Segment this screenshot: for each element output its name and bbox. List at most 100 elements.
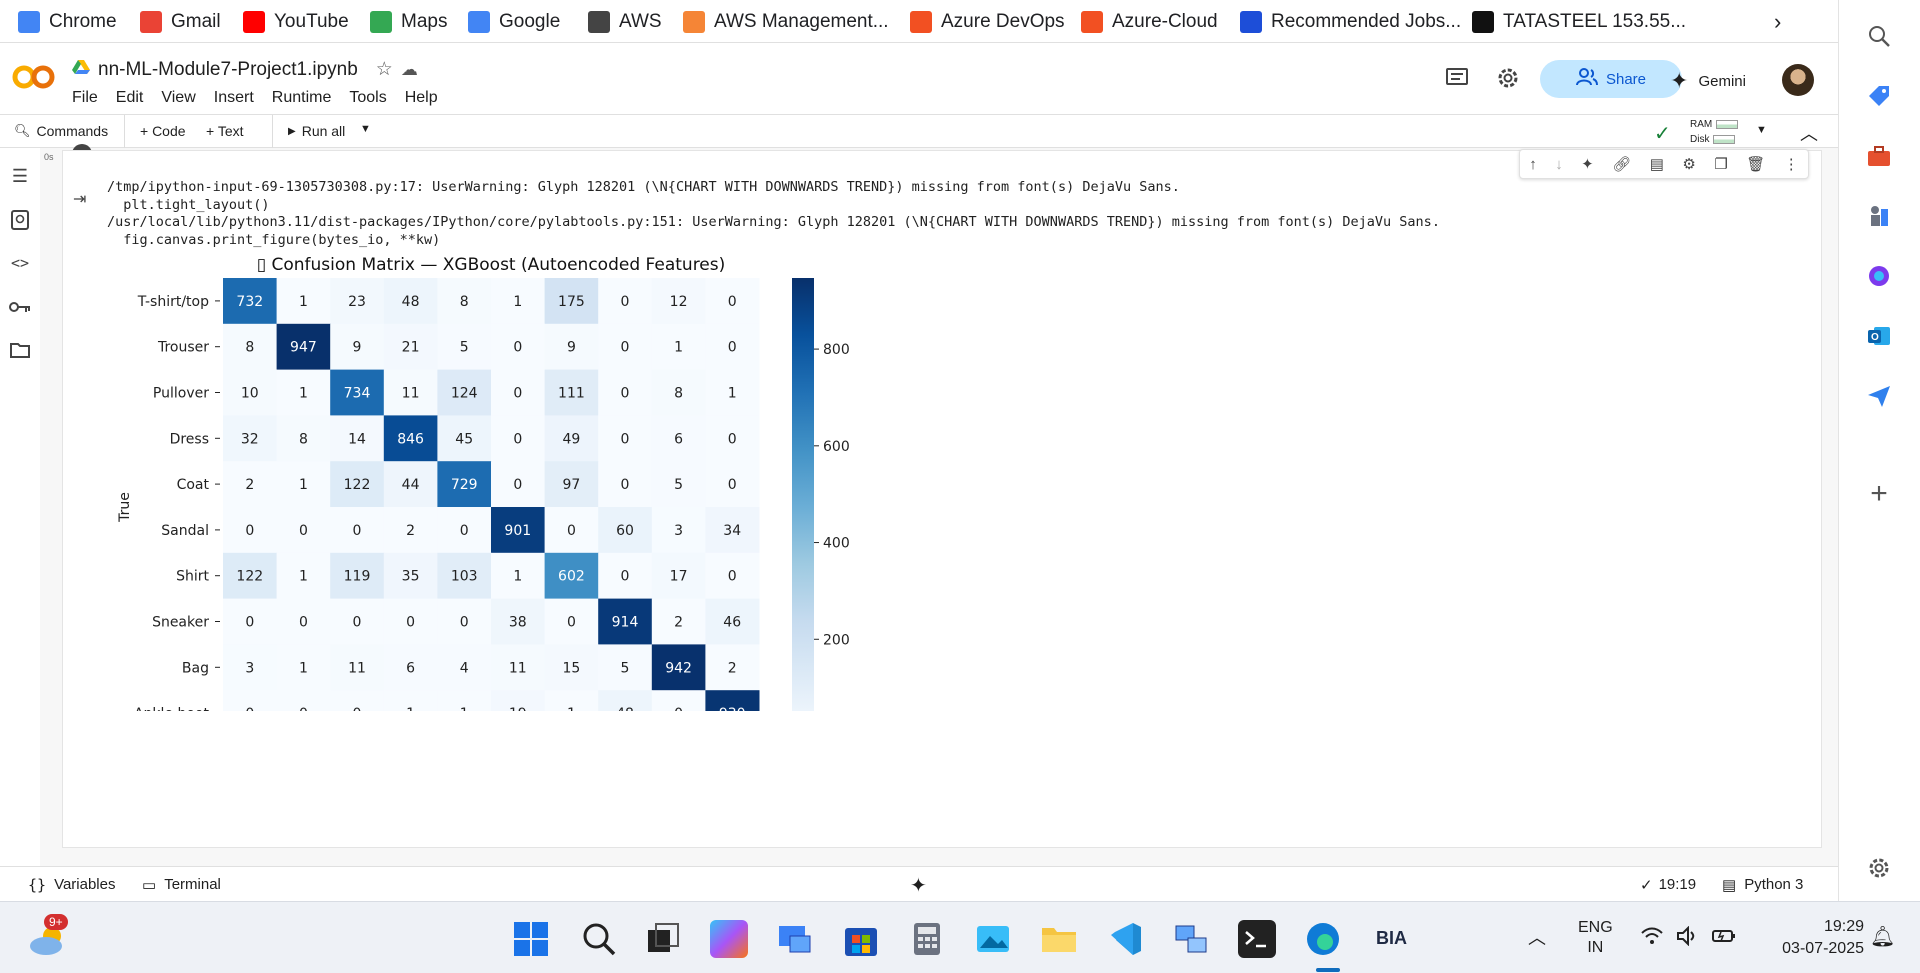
run-all-dropdown-icon[interactable]: ▼: [360, 123, 371, 135]
add-icon[interactable]: +: [1865, 477, 1893, 510]
cell-value-label: 4: [460, 660, 469, 676]
calculator-icon[interactable]: [908, 920, 946, 958]
output-toggle-icon[interactable]: ⇥: [73, 189, 86, 209]
system-tray[interactable]: [1640, 925, 1736, 952]
link-icon[interactable]: 🔗︎: [1612, 155, 1631, 173]
edge-browser-icon[interactable]: [1304, 920, 1342, 958]
menu-item[interactable]: Edit: [116, 89, 144, 107]
commands-button[interactable]: 🔍︎ Commands: [14, 123, 108, 139]
search-icon[interactable]: [1865, 22, 1893, 50]
notebook-title[interactable]: nn-ML-Module7-Project1.ipynb: [98, 59, 358, 81]
find-replace-icon[interactable]: [8, 210, 32, 234]
variables-button[interactable]: {} Variables: [28, 876, 115, 894]
y-tick-label: Dress: [170, 431, 209, 447]
colab-logo[interactable]: [12, 62, 56, 97]
bookmark-item[interactable]: Recommended Jobs...: [1240, 9, 1461, 35]
bookmark-item[interactable]: Azure DevOps: [910, 9, 1065, 35]
delete-icon[interactable]: 🗑︎: [1746, 155, 1765, 173]
collapse-chevron-icon[interactable]: ︿: [1800, 120, 1818, 146]
add-text-button[interactable]: + Text: [206, 123, 244, 139]
secrets-key-icon[interactable]: [8, 298, 32, 322]
gemini-cell-icon[interactable]: ✦: [1581, 155, 1594, 173]
bookmark-favicon-icon: [468, 11, 490, 33]
bookmark-item[interactable]: AWS: [588, 9, 662, 35]
move-up-icon[interactable]: ↑: [1529, 156, 1537, 173]
search-taskbar-icon[interactable]: [580, 920, 618, 958]
exec-status[interactable]: ✓ 19:19: [1640, 876, 1696, 894]
bookmark-item[interactable]: AWS Management...: [683, 9, 889, 35]
gemini-status-icon[interactable]: ✦: [910, 873, 927, 898]
menu-item[interactable]: Help: [405, 89, 438, 107]
resource-monitor[interactable]: RAM Disk: [1690, 117, 1739, 147]
file-explorer-icon[interactable]: [1040, 920, 1078, 958]
notifications-bell-icon[interactable]: 🔔︎: [1870, 924, 1895, 949]
bookmark-item[interactable]: Google: [468, 9, 560, 35]
bookmark-item[interactable]: Gmail: [140, 9, 221, 35]
move-down-icon[interactable]: ↓: [1555, 156, 1563, 173]
terminal-taskbar-icon[interactable]: [1238, 920, 1276, 958]
bookmark-item[interactable]: Maps: [370, 9, 447, 35]
cell-value-label: 0: [460, 615, 469, 631]
vscode-icon[interactable]: [1106, 920, 1144, 958]
more-bookmarks-chevron-icon[interactable]: ›: [1774, 9, 1781, 35]
settings-icon[interactable]: [1496, 66, 1520, 95]
bookmark-label: Google: [499, 11, 561, 32]
cell-value-label: 1: [299, 660, 308, 676]
avatar[interactable]: [1782, 64, 1814, 96]
shopping-tag-icon[interactable]: [1865, 82, 1893, 110]
runtime-type[interactable]: ▤ Python 3: [1722, 876, 1803, 894]
menu-item[interactable]: Tools: [349, 89, 386, 107]
lang-bottom: IN: [1587, 939, 1604, 956]
comments-icon[interactable]: [1446, 68, 1468, 93]
photos-icon[interactable]: [974, 920, 1012, 958]
bookmark-item[interactable]: Chrome: [18, 9, 117, 35]
run-all-button[interactable]: ▶ Run all: [288, 123, 345, 139]
code-snippets-icon[interactable]: <>: [8, 254, 32, 278]
table-of-contents-icon[interactable]: ☰: [8, 166, 32, 190]
windows-start-icon[interactable]: [512, 920, 550, 958]
bookmarks-bar: Chrome Gmail YouTube Maps Google AWS AWS Manag…: [0, 0, 1838, 43]
cloud-icon[interactable]: ☁: [401, 60, 418, 80]
copilot-icon[interactable]: [1865, 262, 1893, 290]
cell-value-label: 0: [513, 340, 522, 356]
store-icon[interactable]: [842, 920, 880, 958]
gemini-button[interactable]: ✦ Gemini: [1670, 68, 1746, 94]
left-rail: ☰ <>: [0, 148, 40, 866]
star-icon[interactable]: ☆: [376, 58, 393, 81]
toolbox-icon[interactable]: [1865, 142, 1893, 170]
cell-value-label: 0: [406, 615, 415, 631]
mirror-cell-icon[interactable]: ❐: [1714, 155, 1727, 173]
menu-item[interactable]: View: [161, 89, 195, 107]
colorbar-tick-label: 800: [823, 342, 850, 358]
network-computers-icon[interactable]: [1172, 920, 1210, 958]
copilot-taskbar-icon[interactable]: [710, 920, 748, 958]
cell-value-label: 1: [674, 340, 683, 356]
menu-item[interactable]: Insert: [214, 89, 254, 107]
language-indicator[interactable]: ENG IN: [1578, 918, 1613, 958]
chevron-up-icon[interactable]: ︿: [1528, 924, 1546, 950]
comment-icon[interactable]: ▤: [1650, 155, 1664, 173]
terminal-button[interactable]: ▭ Terminal: [142, 876, 221, 894]
notification-badge: 9+: [44, 914, 68, 930]
cell-settings-icon[interactable]: ⚙: [1682, 155, 1695, 173]
remote-desktop-icon[interactable]: [776, 920, 814, 958]
bookmark-item[interactable]: TATASTEEL 153.55...: [1472, 9, 1686, 35]
more-vert-icon[interactable]: ⋮: [1784, 155, 1799, 173]
bookmark-favicon-icon: [140, 11, 162, 33]
menu-item[interactable]: Runtime: [272, 89, 332, 107]
runtime-dropdown-icon[interactable]: ▼: [1756, 124, 1767, 136]
share-button[interactable]: Share: [1540, 60, 1682, 98]
files-folder-icon[interactable]: [8, 342, 32, 366]
bookmark-item[interactable]: Azure-Cloud: [1081, 9, 1218, 35]
bia-app[interactable]: BIA: [1376, 928, 1407, 949]
send-icon[interactable]: [1865, 382, 1893, 410]
task-view-icon[interactable]: [644, 920, 682, 958]
colorbar-tick-label: 200: [823, 632, 850, 648]
chess-icon[interactable]: [1865, 202, 1893, 230]
settings-gear-icon[interactable]: [1865, 854, 1893, 882]
bookmark-item[interactable]: YouTube: [243, 9, 349, 35]
menu-item[interactable]: File: [72, 89, 98, 107]
outlook-icon[interactable]: O: [1865, 322, 1893, 350]
clock[interactable]: 19:29 03-07-2025: [1780, 916, 1864, 960]
add-code-button[interactable]: + Code: [140, 123, 186, 139]
